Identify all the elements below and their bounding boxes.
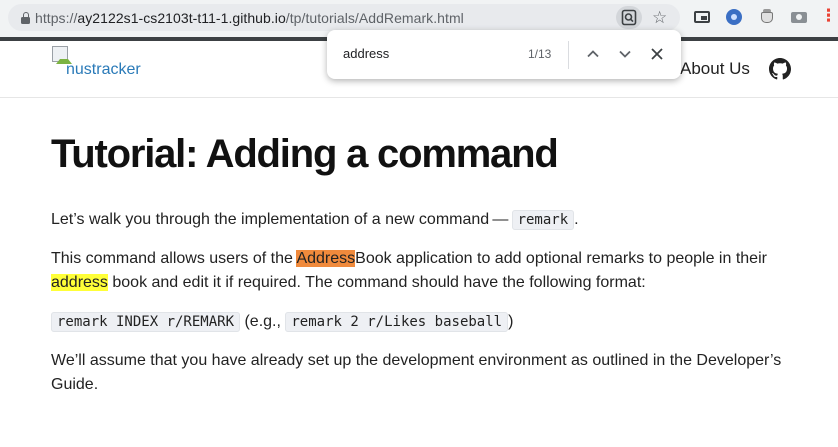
intro-text: Let’s walk you through the implementatio… [51, 211, 512, 228]
find-in-page-bar: 1/13 [327, 30, 681, 79]
description-text: This command allows users of the [51, 250, 297, 267]
github-icon[interactable] [769, 58, 791, 80]
page-title: Tutorial: Adding a command [51, 132, 559, 176]
description-paragraph: This command allows users of the Address… [51, 247, 811, 295]
broken-image-icon[interactable] [52, 46, 72, 64]
article-content: Tutorial: Adding a command Let’s walk yo… [51, 130, 811, 412]
command-format-code: remark INDEX r/REMARK [51, 312, 241, 332]
close-icon[interactable] [647, 44, 667, 64]
site-logo-link[interactable]: nustracker [66, 61, 141, 79]
intro-paragraph: Let’s walk you through the implementatio… [51, 208, 811, 232]
format-paragraph: remark INDEX r/REMARK (e.g., remark 2 r/… [51, 310, 811, 334]
chevron-up-icon[interactable] [583, 44, 603, 64]
url-text[interactable]: https://ay2122s1-cs2103t-t11-1.github.io… [35, 10, 464, 26]
picture-in-picture-icon[interactable] [693, 8, 711, 26]
url-scheme: https:// [35, 10, 78, 26]
url-path: /tp/tutorials/AddRemark.html [285, 10, 464, 26]
intro-end: . [574, 211, 579, 228]
description-text: book and edit it if required. The comman… [107, 274, 646, 291]
format-text: ) [508, 313, 514, 330]
find-in-page-icon[interactable] [616, 6, 642, 29]
find-divider [568, 41, 569, 69]
find-match: address [51, 274, 108, 291]
lock-icon[interactable] [21, 12, 30, 24]
address-bar[interactable]: https://ay2122s1-cs2103t-t11-1.github.io… [8, 4, 680, 31]
command-example-code: remark 2 r/Likes baseball [285, 312, 509, 332]
find-match-current: Address [296, 250, 356, 267]
extension-icon[interactable] [758, 8, 776, 26]
chevron-down-icon[interactable] [615, 44, 635, 64]
inline-code: remark [511, 210, 575, 230]
extension-icon[interactable]: ⋮ [820, 6, 837, 25]
url-host: ay2122s1-cs2103t-t11-1.github.io [77, 10, 286, 26]
extension-icon[interactable] [725, 8, 743, 26]
format-text: (e.g., [240, 313, 286, 330]
find-match-count: 1/13 [528, 47, 552, 61]
setup-paragraph: We’ll assume that you have already set u… [51, 352, 782, 393]
bookmark-star-icon[interactable]: ☆ [652, 6, 667, 29]
find-input[interactable] [343, 46, 503, 61]
description-text: Book application to add optional remarks… [355, 250, 767, 267]
screenshot-icon[interactable] [790, 8, 808, 26]
nav-link-about-us[interactable]: About Us [680, 59, 750, 79]
